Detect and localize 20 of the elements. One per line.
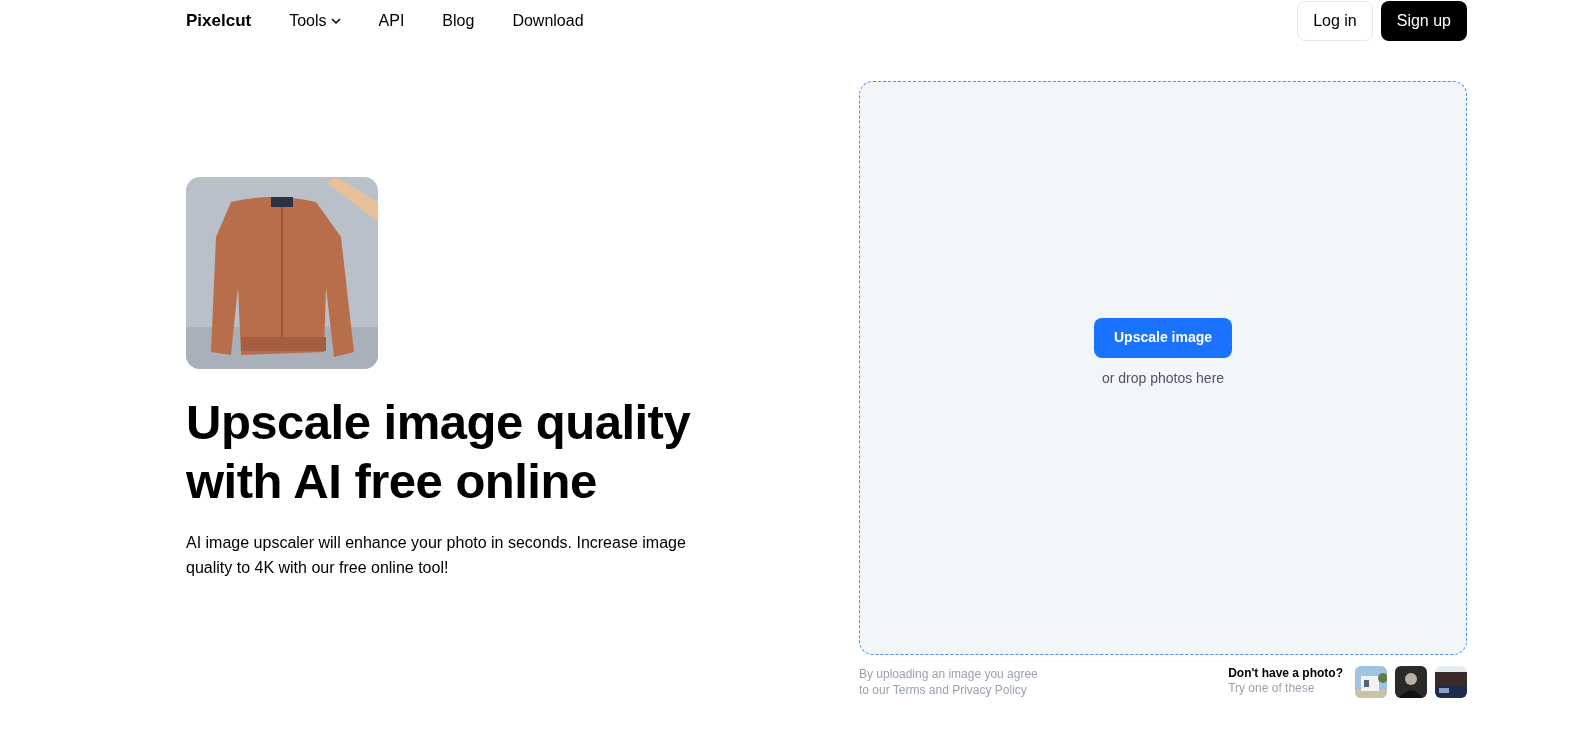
page-title: Upscale image quality with AI free online xyxy=(186,394,692,510)
logo[interactable]: Pixelcut xyxy=(186,8,252,34)
sample-thumbnail[interactable] xyxy=(1395,666,1427,698)
login-button[interactable]: Log in xyxy=(1297,1,1373,41)
samples-title: Don't have a photo? xyxy=(1228,666,1343,681)
sample-thumbnail[interactable] xyxy=(1435,666,1467,698)
drop-zone[interactable]: Upscale image or drop photos here xyxy=(859,81,1467,655)
tools-menu[interactable]: Tools xyxy=(289,9,341,33)
terms-text: to our Terms and Privacy Policy xyxy=(859,682,1028,698)
drop-hint: or drop photos here xyxy=(1101,368,1225,388)
signup-button[interactable]: Sign up xyxy=(1380,1,1467,41)
chevron-down-icon xyxy=(330,17,341,25)
nav-link[interactable]: Download xyxy=(512,9,584,33)
sample-thumbnail[interactable] xyxy=(1355,666,1387,698)
terms-text: By uploading an image you agree xyxy=(859,666,1038,682)
page-description: AI image upscaler will enhance your photo in seconds. Increase image quality to 4K with our free online tool! xyxy=(186,533,687,578)
nav-link[interactable]: Blog xyxy=(442,9,475,33)
upscale-image-button[interactable]: Upscale image xyxy=(1093,317,1233,358)
samples-hint: Try one of these xyxy=(1228,681,1316,696)
nav-link[interactable]: API xyxy=(378,9,405,33)
